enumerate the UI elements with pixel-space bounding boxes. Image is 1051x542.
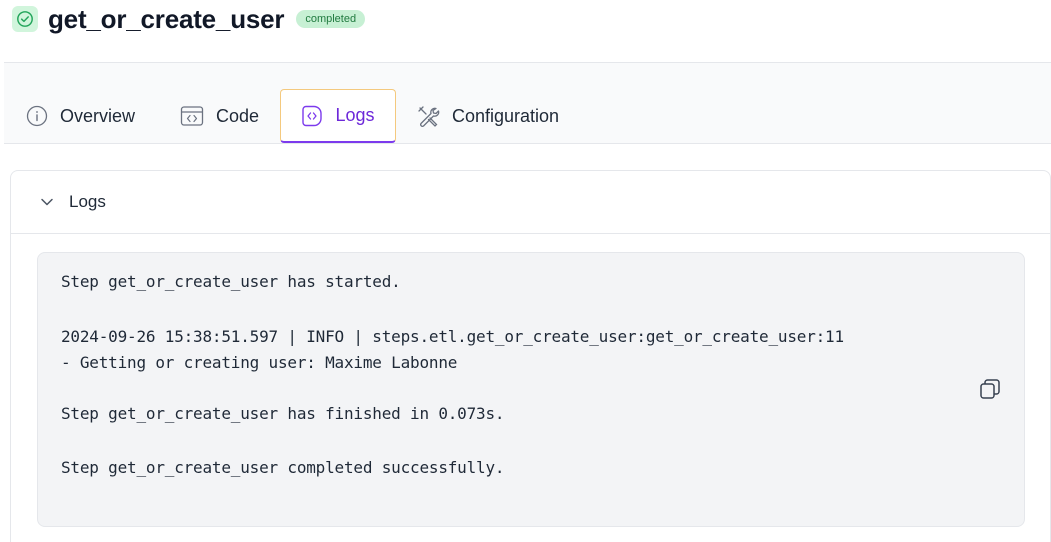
info-icon xyxy=(26,105,48,127)
tab-code-label: Code xyxy=(216,105,260,126)
tools-icon xyxy=(416,104,440,128)
copy-icon xyxy=(979,378,1001,405)
check-circle-icon xyxy=(12,6,38,32)
logs-section-title: Logs xyxy=(69,192,106,211)
log-line: Step get_or_create_user has finished in … xyxy=(61,404,505,423)
tab-overview[interactable]: Overview xyxy=(26,89,135,143)
logs-section-header[interactable]: Logs xyxy=(11,171,1050,234)
logs-panel: Logs Step get_or_create_user has started… xyxy=(10,170,1051,542)
tab-code[interactable]: Code xyxy=(180,89,259,143)
log-line: Step get_or_create_user completed succes… xyxy=(61,458,505,477)
copy-button[interactable] xyxy=(978,378,1002,405)
step-title-bar: get_or_create_user completed xyxy=(12,3,366,34)
tab-logs[interactable]: Logs xyxy=(280,89,396,143)
step-name: get_or_create_user xyxy=(48,3,285,34)
logs-icon xyxy=(301,104,323,128)
log-output: Step get_or_create_user has started. 202… xyxy=(37,252,1025,527)
tab-configuration-label: Configuration xyxy=(452,105,560,126)
tab-configuration[interactable]: Configuration xyxy=(416,89,559,143)
log-line: 2024-09-26 15:38:51.597 | INFO | steps.e… xyxy=(61,327,844,346)
tab-bar: Overview Code Logs Configuration xyxy=(4,62,1051,144)
log-line: Step get_or_create_user has started. xyxy=(61,272,401,291)
log-line: - Getting or creating user: Maxime Labon… xyxy=(61,353,458,372)
code-icon xyxy=(180,105,204,127)
tab-logs-label: Logs xyxy=(335,105,375,125)
status-badge: completed xyxy=(296,10,366,28)
chevron-down-icon xyxy=(39,194,55,210)
tab-overview-label: Overview xyxy=(60,105,136,126)
